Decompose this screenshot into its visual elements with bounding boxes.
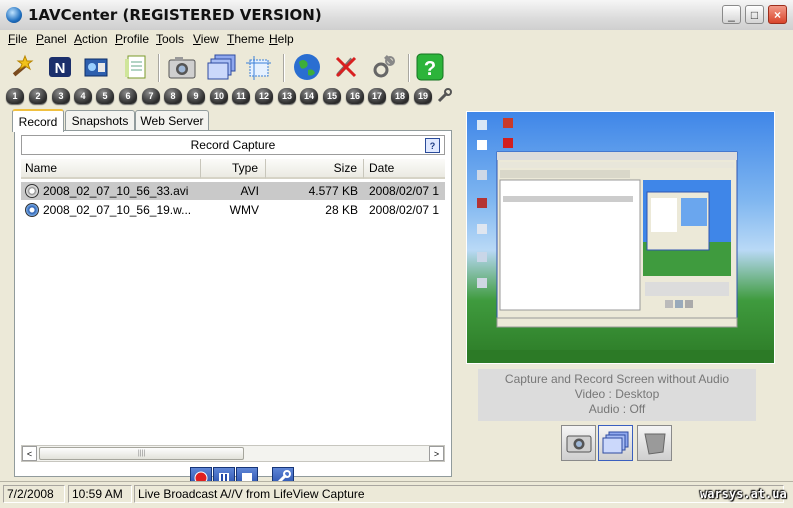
status-bar: 7/2/2008 10:59 AM Live Broadcast A//V fr… [0, 481, 793, 508]
capture-mode-text: Capture and Record Screen without Audio [504, 372, 730, 386]
no-tools-icon[interactable] [330, 52, 362, 82]
status-date: 7/2/2008 [3, 485, 65, 503]
tab-snapshots[interactable]: Snapshots [65, 110, 135, 131]
table-row[interactable]: 2008_02_07_10_56_33.avi AVI 4.577 KB 200… [21, 182, 445, 200]
panel-button-11[interactable]: 11 [232, 88, 250, 104]
watermark: warsys.at.ua [700, 487, 787, 501]
panel-button-14[interactable]: 14 [300, 88, 318, 104]
status-message: Live Broadcast A//V from LifeView Captur… [134, 485, 784, 503]
settings-icon[interactable] [368, 52, 400, 82]
svg-text:N: N [55, 60, 66, 77]
panel-button-18[interactable]: 18 [391, 88, 409, 104]
nested-app-window [496, 151, 738, 328]
scroll-left-button[interactable]: < [22, 446, 37, 461]
panel-button-2[interactable]: 2 [29, 88, 47, 104]
panel-button-19[interactable]: 19 [414, 88, 432, 104]
menu-tools[interactable]: Tools [156, 32, 184, 46]
panel-button-10[interactable]: 10 [210, 88, 228, 104]
record-help-button[interactable]: ? [425, 138, 440, 153]
menu-file[interactable]: File [8, 32, 27, 46]
menu-theme[interactable]: Theme [227, 32, 264, 46]
video-source-text: Video : Desktop [574, 387, 660, 401]
close-button[interactable]: × [768, 5, 787, 24]
globe-icon[interactable] [291, 52, 323, 82]
minimize-button[interactable]: _ [722, 5, 741, 24]
panel-button-6[interactable]: 6 [119, 88, 137, 104]
menu-profile[interactable]: Profile [115, 32, 149, 46]
panel-button-7[interactable]: 7 [142, 88, 160, 104]
menu-panel[interactable]: Panel [36, 32, 67, 46]
menu-bar: File Panel Action Profile Tools View The… [0, 30, 793, 48]
audio-source-text: Audio : Off [588, 402, 646, 416]
snapshot-camera-button[interactable] [561, 425, 596, 461]
menu-action[interactable]: Action [74, 32, 107, 46]
region-icon [643, 433, 666, 455]
panel-button-17[interactable]: 17 [368, 88, 386, 104]
help-icon[interactable]: ? [414, 52, 446, 82]
notes-icon[interactable] [120, 52, 152, 82]
file-size: 4.577 KB [308, 184, 358, 198]
file-type: WMV [229, 203, 259, 217]
file-size: 28 KB [325, 203, 358, 217]
panel-button-5[interactable]: 5 [96, 88, 114, 104]
wmv-file-icon [25, 203, 39, 217]
scroll-right-button[interactable]: > [429, 446, 444, 461]
left-panel: Record Snapshots Web Server Record Captu… [4, 109, 457, 489]
file-date: 2008/02/07 1 [369, 184, 440, 198]
panel-button-16[interactable]: 16 [346, 88, 364, 104]
panel-button-15[interactable]: 15 [323, 88, 341, 104]
screens-icon[interactable] [206, 52, 238, 82]
table-row[interactable]: 2008_02_07_10_56_19.w... WMV 28 KB 2008/… [21, 201, 445, 219]
horizontal-scrollbar[interactable]: < |||| > [21, 445, 445, 462]
panel-button-9[interactable]: 9 [187, 88, 205, 104]
menu-help[interactable]: Help [269, 32, 294, 46]
app-icon[interactable] [6, 7, 22, 23]
record-tab-panel: Record Capture ? Name Type Size Date 200… [14, 130, 452, 489]
menu-view[interactable]: View [193, 32, 219, 46]
right-panel: Capture and Record Screen without Audio … [462, 106, 787, 476]
panel-settings-icon[interactable] [436, 88, 452, 104]
panel-button-8[interactable]: 8 [164, 88, 182, 104]
toolbar-separator [408, 54, 410, 82]
panel-button-3[interactable]: 3 [52, 88, 70, 104]
capture-info-box: Capture and Record Screen without Audio … [478, 369, 756, 421]
column-header-date[interactable]: Date [364, 159, 445, 179]
file-name: 2008_02_07_10_56_19.w... [43, 203, 192, 217]
tab-record[interactable]: Record [12, 109, 64, 132]
svg-text:?: ? [424, 58, 436, 80]
panel-button-1[interactable]: 1 [6, 88, 24, 104]
file-type: AVI [240, 184, 259, 198]
record-capture-title: Record Capture [190, 138, 276, 152]
column-header-size[interactable]: Size [266, 159, 364, 179]
screens-icon [602, 431, 628, 454]
netmeeting-icon[interactable]: N [44, 52, 76, 82]
toolbar-separator [158, 54, 160, 82]
record-file-list[interactable]: Name Type Size Date 2008_02_07_10_56_33.… [21, 159, 445, 445]
column-header-name[interactable]: Name [21, 159, 201, 179]
toolbar: N ? [0, 49, 793, 87]
region-icon[interactable] [242, 52, 274, 82]
panel-button-4[interactable]: 4 [74, 88, 92, 104]
desktop-preview [466, 111, 775, 364]
panel-button-13[interactable]: 13 [278, 88, 296, 104]
desktop-source-button[interactable] [598, 425, 633, 461]
file-name: 2008_02_07_10_56_33.avi [43, 184, 189, 198]
toolbar-separator [283, 54, 285, 82]
scroll-thumb[interactable]: |||| [39, 447, 244, 460]
window-title: 1AVCenter (REGISTERED VERSION) [28, 6, 322, 24]
camera-icon[interactable] [166, 52, 198, 82]
file-date: 2008/02/07 1 [369, 203, 440, 217]
maximize-button[interactable]: □ [745, 5, 764, 24]
record-video-icon[interactable] [80, 52, 112, 82]
column-header-type[interactable]: Type [201, 159, 266, 179]
avi-file-icon [25, 184, 39, 198]
camera-icon [566, 435, 591, 453]
region-source-button[interactable] [637, 425, 672, 461]
tab-web-server[interactable]: Web Server [135, 110, 209, 131]
record-capture-header: Record Capture ? [21, 135, 445, 155]
title-bar[interactable]: 1AVCenter (REGISTERED VERSION) _ □ × [0, 0, 793, 31]
status-time: 10:59 AM [68, 485, 132, 503]
wizard-icon[interactable] [6, 52, 38, 82]
panel-button-12[interactable]: 12 [255, 88, 273, 104]
